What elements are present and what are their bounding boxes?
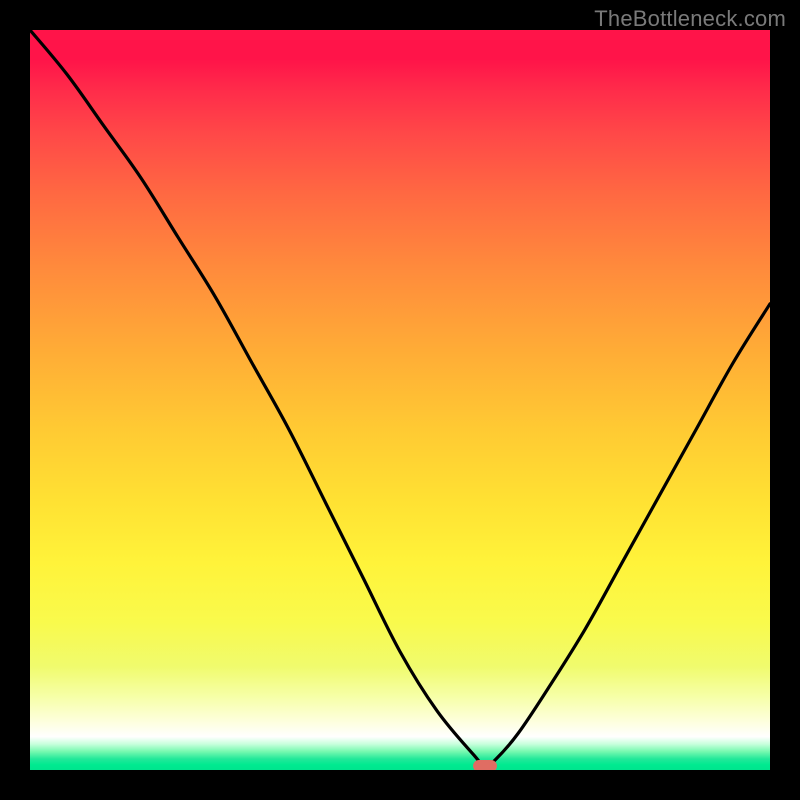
curve-path: [30, 30, 770, 766]
optimal-marker: [473, 760, 497, 770]
plot-area: [30, 30, 770, 770]
chart-frame: TheBottleneck.com: [0, 0, 800, 800]
bottleneck-curve: [30, 30, 770, 770]
attribution-label: TheBottleneck.com: [594, 6, 786, 32]
